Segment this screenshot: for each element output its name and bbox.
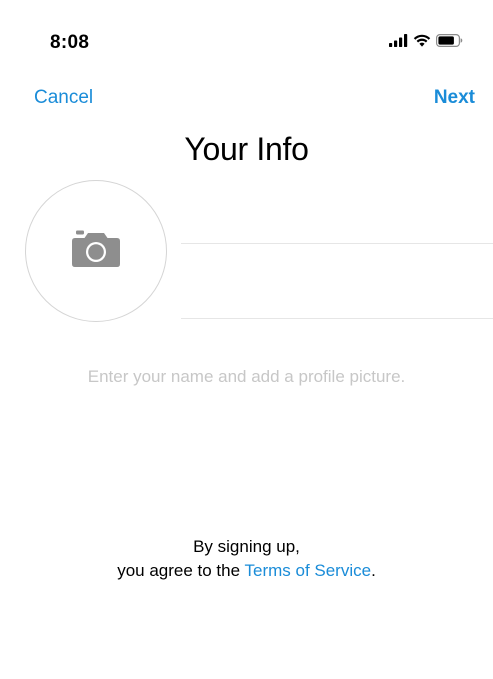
terms-prefix: you agree to the <box>117 561 245 580</box>
terms-line-1: By signing up, <box>193 537 300 556</box>
battery-icon <box>436 34 463 47</box>
name-input-top-divider <box>181 243 493 244</box>
profile-hint: Enter your name and add a profile pictur… <box>87 367 406 386</box>
terms-notice: By signing up, you agree to the Terms of… <box>0 535 493 583</box>
cellular-signal-icon <box>389 34 408 47</box>
terms-of-service-link[interactable]: Terms of Service <box>244 561 371 580</box>
status-icons <box>389 34 463 47</box>
terms-line-2: you agree to the Terms of Service. <box>0 559 493 583</box>
camera-icon <box>71 230 121 273</box>
wifi-icon <box>413 34 431 47</box>
add-profile-photo-button[interactable] <box>25 180 167 322</box>
name-input[interactable] <box>181 246 493 316</box>
name-input-bottom-divider <box>181 318 493 319</box>
page-title: Your Info <box>184 131 309 167</box>
status-time: 8:08 <box>50 32 90 53</box>
cancel-button[interactable]: Cancel <box>34 87 93 109</box>
terms-suffix: . <box>371 561 376 580</box>
next-button[interactable]: Next <box>434 87 475 109</box>
